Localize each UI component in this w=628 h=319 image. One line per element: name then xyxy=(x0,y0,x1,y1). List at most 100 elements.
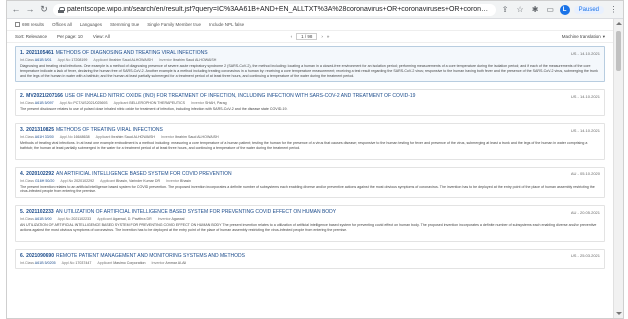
applicant-value: Agarwal, D. Pavithra DR xyxy=(112,217,152,222)
scroll-thumb[interactable] xyxy=(616,31,621,71)
appl-no-label: Appl.No xyxy=(57,58,71,62)
offices-filter[interactable]: Offices all xyxy=(52,22,72,27)
int-class-label: Int.Class xyxy=(20,178,34,183)
result-item[interactable]: 1. 2021105461 METHODS OF DIAGNOSING AND … xyxy=(15,46,605,83)
appl-no-label: Appl.No xyxy=(61,260,75,265)
sort-select[interactable]: Sort: Relevance xyxy=(15,34,47,39)
result-item[interactable]: 5. 2021102233 AN UTILIZATION OF ARTIFICI… xyxy=(15,205,605,242)
sidebar-icon[interactable]: ▭ xyxy=(545,4,556,15)
inventor-label: Inventor xyxy=(151,260,165,265)
last-page-icon[interactable]: » xyxy=(327,34,330,39)
result-number: 1. xyxy=(20,50,25,56)
int-class-link[interactable]: A61B 5/097 xyxy=(35,101,54,105)
result-number: 6. xyxy=(20,252,25,259)
int-class-label: Int.Class xyxy=(20,135,34,140)
appl-no-value: 17208199 xyxy=(71,58,88,62)
result-number: 2. xyxy=(20,93,25,100)
applicant-label: Applicant xyxy=(95,135,111,140)
result-item[interactable]: 6. 2021090690 REMOTE PATIENT MANAGEMENT … xyxy=(15,248,605,269)
single-family-label: Single Family Member true xyxy=(147,22,202,27)
inventor-value: Ibrahim Saud ALHOWAISH xyxy=(172,58,217,62)
result-number: 3. xyxy=(20,127,25,134)
int-class-link[interactable]: A61B 5/01 xyxy=(35,58,52,62)
appl-no-label: Appl.No xyxy=(59,135,73,140)
result-id-link[interactable]: 2020102292 xyxy=(26,171,54,177)
inventor-label: Inventor xyxy=(160,135,174,140)
single-family-filter[interactable]: Single Family Member true xyxy=(147,22,201,27)
per-page-select[interactable]: Per page: 10 xyxy=(57,34,83,39)
results-icon xyxy=(15,22,20,27)
result-item[interactable]: 3. 2021310825 METHODS OF TREATING VIRAL … xyxy=(15,123,605,160)
profile-avatar[interactable]: L xyxy=(559,4,570,15)
result-title[interactable]: REMOTE PATIENT MANAGEMENT AND MONITORING… xyxy=(56,253,567,259)
machine-translation-select[interactable]: Machine translation ▾ xyxy=(562,34,605,40)
appl-no-label: Appl.No xyxy=(59,101,73,106)
stemming-filter[interactable]: Stemming true xyxy=(110,22,139,27)
result-abstract: Diagnosing and treating viral infections… xyxy=(20,64,598,78)
result-date: US - 14.10.2021 xyxy=(570,50,600,56)
reload-icon[interactable]: ↻ xyxy=(39,5,49,15)
result-title[interactable]: USE OF INHALED NITRIC OXIDE (INO) FOR TR… xyxy=(65,93,567,99)
forward-icon[interactable]: → xyxy=(25,5,35,15)
result-abstract: The present invention relates to an arti… xyxy=(20,184,595,194)
results-toolbar: Sort: Relevance Per page: 10 View: All ‹… xyxy=(7,31,613,43)
inventor-value: Agarwal xyxy=(171,217,185,222)
int-class-link[interactable]: A61H 33/00 xyxy=(35,135,54,139)
result-date: AU - 20.05.2021 xyxy=(570,209,600,215)
result-id-link[interactable]: 2021310825 xyxy=(26,127,54,133)
address-bar[interactable]: patentscope.wipo.int/search/en/result.js… xyxy=(53,3,496,16)
appl-no-label: Appl.No xyxy=(57,217,71,222)
result-date: US - 14.10.2021 xyxy=(570,127,600,133)
scroll-down-icon[interactable] xyxy=(616,312,622,315)
result-item[interactable]: 2. MV2021/207166 USE OF INHALED NITRIC O… xyxy=(15,89,605,117)
languages-filter[interactable]: Languages xyxy=(80,22,102,27)
next-page-icon[interactable]: › xyxy=(321,34,323,39)
int-class-label: Int.Class xyxy=(20,58,34,62)
query-toolbar: 698 results Offices all Languages Stemmi… xyxy=(7,19,613,31)
appl-no-value: 17037447 xyxy=(75,260,92,265)
result-id-link[interactable]: 2021090690 xyxy=(26,253,54,259)
inventor-label: Inventor xyxy=(191,101,205,106)
stemming-label: Stemming true xyxy=(109,22,140,27)
result-item[interactable]: 4. 2020102292 AN ARTIFICIAL INTELLIGENCE… xyxy=(15,166,605,199)
applicant-label: Applicant xyxy=(97,217,112,222)
int-class-link[interactable]: G16H 50/20 xyxy=(35,179,54,183)
result-title[interactable]: AN ARTIFICIAL INTELLIGENCE BASED SYSTEM … xyxy=(56,171,567,177)
scroll-up-icon[interactable] xyxy=(616,22,622,25)
extensions-icon[interactable]: ✱ xyxy=(530,4,541,15)
include-npl-filter[interactable]: Include NPL false xyxy=(209,22,244,27)
menu-kebab-icon[interactable]: ⋮ xyxy=(608,4,619,15)
int-class-label: Int.Class xyxy=(20,101,34,106)
result-id-link[interactable]: 2021102233 xyxy=(26,209,54,215)
inventor-value: SHAH, Parag xyxy=(205,101,227,106)
result-title[interactable]: METHODS OF DIAGNOSING AND TREATING VIRAL… xyxy=(56,50,567,56)
page-content: 698 results Offices all Languages Stemmi… xyxy=(7,19,613,318)
result-id-link[interactable]: MV2021/207166 xyxy=(26,93,63,99)
appl-no-value: 2021102233 xyxy=(71,217,92,222)
prev-page-icon[interactable]: ‹ xyxy=(291,34,293,39)
back-icon[interactable]: ← xyxy=(11,5,21,15)
int-class-label: Int.Class xyxy=(20,260,34,265)
result-date: AU - 05.10.2020 xyxy=(570,171,600,177)
lock-icon xyxy=(58,6,65,13)
view-select[interactable]: View: All xyxy=(93,34,110,39)
sync-paused-button[interactable]: Paused xyxy=(573,5,604,14)
results-count[interactable]: 698 results xyxy=(15,22,44,27)
inventor-label: Inventor xyxy=(158,58,172,62)
appl-no-value: 2020102292 xyxy=(74,178,95,183)
int-class-link[interactable]: A61B 5/0205 xyxy=(35,261,56,265)
result-title[interactable]: METHODS OF TREATING VIRAL INFECTIONS xyxy=(56,127,567,133)
result-id-link[interactable]: 2021105461 xyxy=(26,50,54,56)
applicant-value: BELLEROPHON THERAPEUTICS xyxy=(129,101,186,106)
int-class-label: Int.Class xyxy=(20,217,34,222)
share-icon[interactable]: ⇪ xyxy=(500,4,511,15)
star-icon[interactable]: ☆ xyxy=(515,4,526,15)
page-indicator[interactable]: 1 / 98 xyxy=(296,33,318,40)
appl-no-value: 16648638 xyxy=(73,135,90,140)
vertical-scrollbar[interactable] xyxy=(613,19,623,318)
result-abstract: The present disclosure relates to use of… xyxy=(20,107,288,112)
int-class-link[interactable]: A61B 5/00 xyxy=(35,217,52,221)
results-count-label: 698 results xyxy=(22,22,45,27)
result-title[interactable]: AN UTILIZATION OF ARTIFICIAL INTELLIGENC… xyxy=(56,209,567,215)
offices-label: Offices all xyxy=(52,22,72,27)
